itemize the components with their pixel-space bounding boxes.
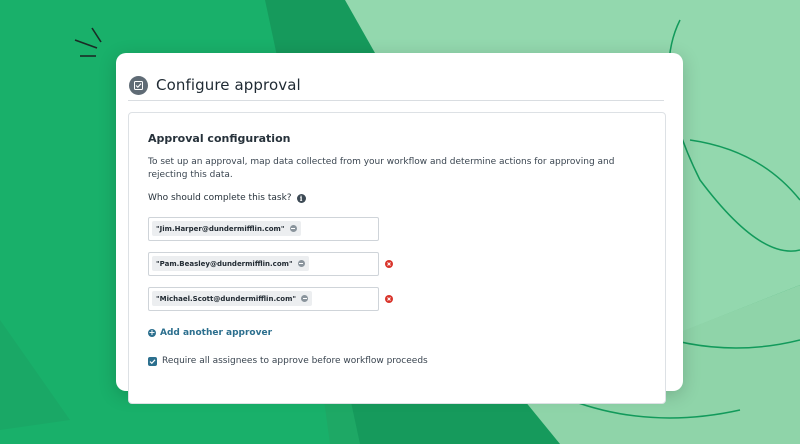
approver-email: "Jim.Harper@dundermifflin.com" [156,224,285,233]
remove-chip-icon[interactable] [297,260,305,267]
add-approver-label: Add another approver [160,328,273,338]
approver-row: "Michael.Scott@dundermifflin.com" [148,287,448,311]
approver-chip: "Jim.Harper@dundermifflin.com" [152,221,301,236]
require-all-label: Require all assignees to approve before … [162,356,428,366]
header-divider [128,100,664,101]
require-all-option[interactable]: Require all assignees to approve before … [148,356,428,366]
section-description: To set up an approval, map data collecte… [148,157,615,180]
approver-row: "Jim.Harper@dundermifflin.com" [148,217,448,241]
approver-input[interactable]: "Michael.Scott@dundermifflin.com" [148,287,379,311]
plus-circle-icon: + [148,328,156,337]
approver-input[interactable]: "Jim.Harper@dundermifflin.com" [148,217,379,241]
info-icon[interactable]: i [296,193,306,203]
remove-chip-icon[interactable] [289,225,297,232]
checklist-icon [129,75,148,95]
approval-configuration-panel: Approval configuration To set up an appr… [128,112,666,404]
approver-question: Who should complete this task? i [148,193,306,203]
page-title: Configure approval [156,76,301,94]
remove-chip-icon[interactable] [301,295,309,302]
approver-chip: "Michael.Scott@dundermifflin.com" [152,291,313,306]
approver-email: "Michael.Scott@dundermifflin.com" [156,294,297,303]
approver-chip: "Pam.Beasley@dundermifflin.com" [152,256,309,271]
approver-row: "Pam.Beasley@dundermifflin.com" [148,252,448,276]
section-title: Approval configuration [148,132,291,145]
approver-question-label: Who should complete this task? [148,193,292,203]
configure-approval-dialog: Configure approval Approval configuratio… [116,53,683,404]
add-approver-button[interactable]: + Add another approver [148,328,272,338]
delete-approver-icon[interactable] [385,260,393,268]
delete-approver-icon[interactable] [385,295,393,303]
dialog-header: Configure approval [129,69,663,101]
approver-input[interactable]: "Pam.Beasley@dundermifflin.com" [148,252,379,276]
require-all-checkbox[interactable] [148,356,157,366]
approver-email: "Pam.Beasley@dundermifflin.com" [156,259,293,268]
